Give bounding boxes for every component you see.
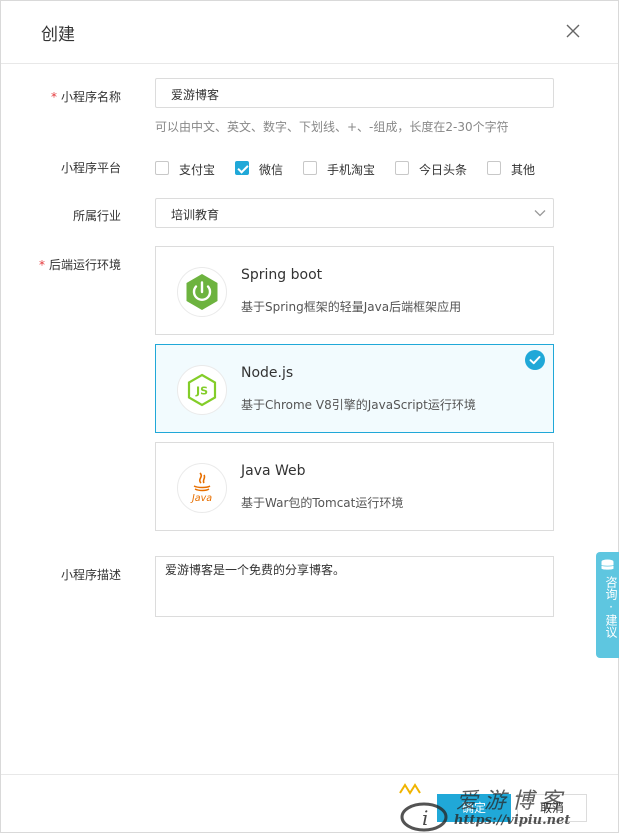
dialog-header: 创建 xyxy=(1,1,618,64)
card-title: Spring boot xyxy=(241,267,323,283)
card-desc: 基于Spring框架的轻量Java后端框架应用 xyxy=(241,300,462,314)
nodejs-logo-icon: JS xyxy=(177,365,227,415)
runtime-card-java-web[interactable]: Java Java Web 基于War包的Tomcat运行环境 xyxy=(155,442,554,531)
database-icon xyxy=(601,559,614,570)
check-circle-icon xyxy=(525,350,545,370)
create-dialog: 创建 * 小程序名称 爱游博客 可以由中文、英文、数字、下划线、+、-组成，长度在… xyxy=(0,0,619,833)
chevron-down-icon[interactable] xyxy=(534,207,546,219)
industry-select[interactable]: 培训教育 xyxy=(155,198,554,228)
java-logo-icon: Java xyxy=(177,463,227,513)
feedback-tab-label: 咨询·建议 xyxy=(604,576,618,638)
platform-label: 小程序平台 xyxy=(60,161,121,175)
ok-button[interactable]: 确定 xyxy=(437,794,511,822)
name-hint: 可以由中文、英文、数字、下划线、+、-组成，长度在2-30个字符 xyxy=(155,120,509,134)
checkbox-label: 支付宝 xyxy=(179,163,216,177)
checkbox-label: 今日头条 xyxy=(419,163,468,177)
card-desc: 基于Chrome V8引擎的JavaScript运行环境 xyxy=(241,398,476,412)
cancel-button[interactable]: 取消 xyxy=(517,794,587,822)
checkbox[interactable] xyxy=(235,161,249,175)
checkbox[interactable] xyxy=(155,161,169,175)
required-mark: * xyxy=(50,90,57,104)
checkbox-label: 手机淘宝 xyxy=(327,163,376,177)
description-textarea[interactable]: 爱游博客是一个免费的分享博客。 xyxy=(155,556,554,617)
checkbox[interactable] xyxy=(303,161,317,175)
close-icon[interactable] xyxy=(564,22,582,40)
runtime-card-nodejs[interactable]: JS Node.js 基于Chrome V8引擎的JavaScript运行环境 xyxy=(155,344,554,433)
runtime-label: * 后端运行环境 xyxy=(38,258,121,272)
checkbox-label: 微信 xyxy=(259,163,284,177)
checkbox[interactable] xyxy=(395,161,409,175)
feedback-tab[interactable]: 咨询·建议 xyxy=(596,552,619,658)
name-input[interactable]: 爱游博客 xyxy=(155,78,554,108)
name-label: * 小程序名称 xyxy=(50,90,121,104)
spring-boot-logo-icon xyxy=(177,267,227,317)
industry-label: 所属行业 xyxy=(72,209,121,223)
checkbox-label: 其他 xyxy=(511,163,536,177)
card-title: Node.js xyxy=(241,365,294,381)
card-title: Java Web xyxy=(241,463,306,479)
dialog-title: 创建 xyxy=(41,25,75,45)
card-desc: 基于War包的Tomcat运行环境 xyxy=(241,496,404,510)
description-label: 小程序描述 xyxy=(60,568,121,582)
runtime-card-spring-boot[interactable]: Spring boot 基于Spring框架的轻量Java后端框架应用 xyxy=(155,246,554,335)
required-mark: * xyxy=(38,258,45,272)
svg-text:JS: JS xyxy=(195,385,208,398)
checkbox[interactable] xyxy=(487,161,501,175)
svg-text:Java: Java xyxy=(190,493,212,504)
